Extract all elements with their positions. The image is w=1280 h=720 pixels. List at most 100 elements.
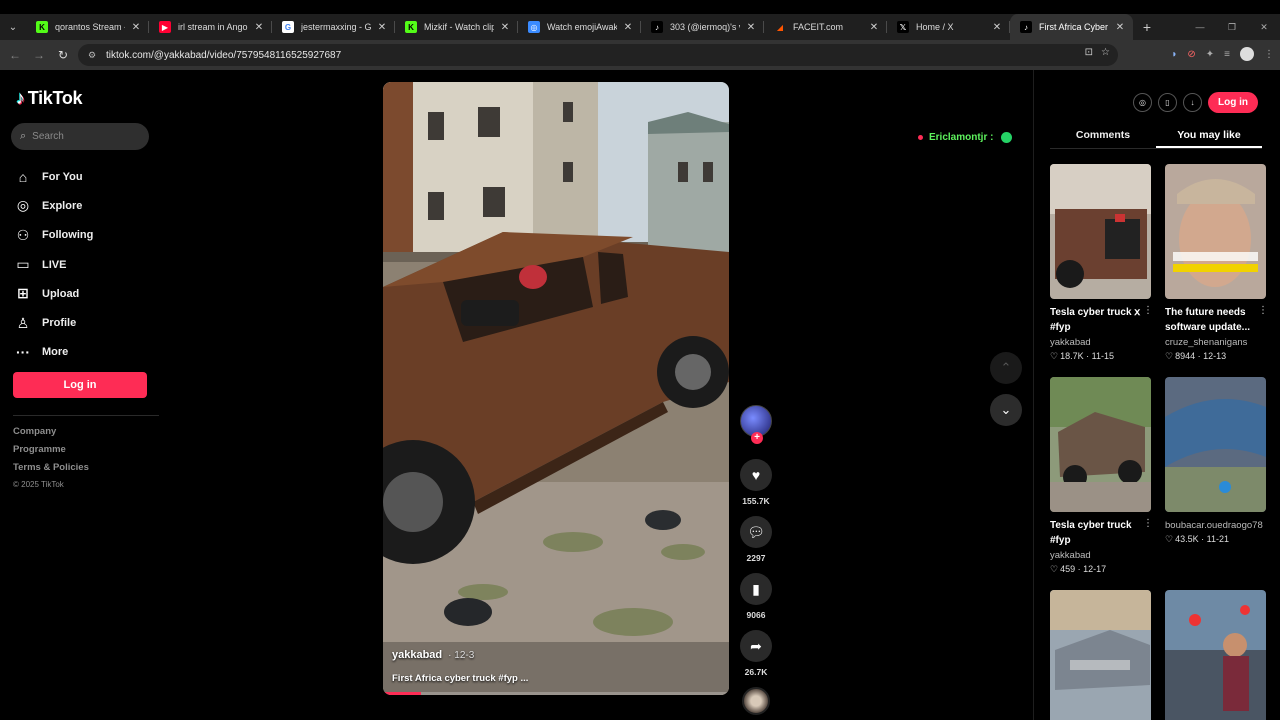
tab-close-icon[interactable]: ✕ (867, 22, 881, 33)
login-button[interactable]: Log in (13, 372, 147, 398)
restore-icon[interactable]: ❐ (1216, 14, 1248, 40)
sidebar-item-explore[interactable]: ◎ Explore (14, 191, 93, 220)
tab-close-icon[interactable]: ✕ (990, 22, 1004, 33)
address-bar[interactable]: ⚙ tiktok.com/@yakkabad/video/75795481165… (78, 44, 1118, 66)
window-close-icon[interactable]: ✕ (1248, 14, 1280, 40)
card-more-icon[interactable]: ⋮ (1258, 305, 1268, 316)
card-title[interactable]: The future needs software update... (1165, 305, 1257, 335)
card-author[interactable]: boubacar.ouedraogo78 (1165, 520, 1266, 531)
recommended-video-card[interactable] (1165, 590, 1266, 720)
reload-icon[interactable]: ↻ (51, 48, 75, 62)
footer-link-terms[interactable]: Terms & Policies (13, 462, 89, 480)
url-text[interactable]: tiktok.com/@yakkabad/video/7579548116525… (106, 50, 341, 61)
recommended-video-card[interactable] (1050, 590, 1151, 720)
minimize-icon[interactable]: — (1184, 14, 1216, 40)
save-action[interactable]: ▮ 9066 (737, 573, 775, 620)
browser-tab[interactable]: ♪ 303 (@iermoq)'s vide ✕ (641, 14, 764, 40)
tiktok-logo[interactable]: ♪ TikTok (16, 88, 83, 109)
browser-tab[interactable]: 𝕏 Home / X ✕ (887, 14, 1010, 40)
tab-close-icon[interactable]: ✕ (621, 22, 635, 33)
share-arrow-icon[interactable]: ➦ (740, 630, 772, 662)
follow-plus-icon[interactable]: + (751, 432, 763, 444)
browser-tab[interactable]: ◢ FACEIT.com ✕ (764, 14, 887, 40)
card-more-icon[interactable]: ⋮ (1143, 518, 1153, 529)
like-action[interactable]: ♥ 155.7K (737, 459, 775, 506)
video-thumbnail[interactable] (1050, 590, 1151, 720)
browser-tab[interactable]: ◎ Watch emojiAwake | ✕ (518, 14, 641, 40)
sidebar-item-live[interactable]: ▭ LIVE (14, 250, 93, 279)
tab-close-icon[interactable]: ✕ (252, 22, 266, 33)
next-video-chevron-down-icon[interactable]: ⌄ (990, 394, 1022, 426)
card-author[interactable]: yakkabad (1050, 337, 1151, 348)
footer-link-company[interactable]: Company (13, 426, 89, 444)
install-app-icon[interactable]: ⊡ (1085, 47, 1093, 58)
download-icon[interactable]: ↓ (1183, 93, 1202, 112)
card-author[interactable]: yakkabad (1050, 550, 1151, 561)
compass-icon[interactable]: ◎ (1133, 93, 1152, 112)
previous-video-chevron-up-icon[interactable]: ⌃ (990, 352, 1022, 384)
phone-icon[interactable]: ▯ (1158, 93, 1177, 112)
media-icon[interactable]: ≡ (1224, 49, 1230, 60)
sidebar-item-profile[interactable]: ♙ Profile (14, 308, 93, 337)
browser-tab[interactable]: ▶ irl stream in Angola a ✕ (149, 14, 272, 40)
extension-icon[interactable]: ⊘ (1187, 49, 1195, 60)
bookmark-icon[interactable]: ▮ (740, 573, 772, 605)
brand-name: TikTok (27, 88, 83, 108)
video-caption[interactable]: First Africa cyber truck #fyp ... (392, 673, 528, 684)
video-author[interactable]: yakkabad · 12-3 (392, 649, 474, 661)
card-title[interactable]: Tesla cyber truck #fyp (1050, 518, 1142, 548)
kebab-menu-icon[interactable]: ⋮ (1264, 49, 1274, 60)
sidebar-item-following[interactable]: ⚇ Following (14, 221, 94, 250)
recommended-video-card[interactable]: The future needs software update... ⋮ cruz… (1165, 164, 1268, 362)
comment-action[interactable]: 💬︎ 2297 (737, 516, 775, 563)
recommended-video-card[interactable]: Tesla cyber truck 𝗑 #fyp ⋮ yakkabad ♡ 18.7K … (1050, 164, 1153, 362)
video-author-name[interactable]: yakkabad (392, 649, 442, 661)
card-more-icon[interactable]: ⋮ (1143, 305, 1153, 316)
profile-avatar-icon[interactable] (1240, 47, 1254, 61)
card-title[interactable]: Tesla cyber truck 𝗑 #fyp (1050, 305, 1142, 335)
video-thumbnail[interactable] (1165, 377, 1266, 512)
tab-you-may-like[interactable]: You may like (1156, 123, 1262, 148)
footer-link-programme[interactable]: Programme (13, 444, 89, 462)
tab-close-icon[interactable]: ✕ (129, 22, 143, 33)
video-player[interactable]: yakkabad · 12-3 First Africa cyber truck … (383, 82, 729, 695)
share-action[interactable]: ➦ 26.7K (737, 630, 775, 677)
header-login-button[interactable]: Log in (1208, 92, 1258, 113)
tab-comments[interactable]: Comments (1050, 123, 1156, 148)
sidebar-item-more[interactable]: ··· More (14, 338, 93, 367)
recommended-video-card[interactable]: Tesla cyber truck #fyp ⋮ yakkabad ♡ 459 · 12… (1050, 377, 1153, 575)
video-thumbnail[interactable] (1165, 164, 1266, 299)
sidebar-item-for-you[interactable]: ⌂ For You (14, 162, 93, 191)
video-thumbnail[interactable] (1165, 590, 1266, 720)
video-thumbnail[interactable] (1050, 164, 1151, 299)
comment-bubble-icon[interactable]: 💬︎ (740, 516, 772, 548)
tab-close-icon[interactable]: ✕ (744, 22, 758, 33)
browser-tab[interactable]: ♪ First Africa Cyber Truc ✕ (1010, 14, 1133, 40)
tab-title: 303 (@iermoq)'s vide (670, 22, 740, 32)
sidebar-item-upload[interactable]: ⊞ Upload (14, 279, 93, 308)
video-thumbnail[interactable] (1050, 377, 1151, 512)
sidebar-item-label: More (42, 346, 69, 359)
back-arrow-icon[interactable]: ← (3, 48, 27, 62)
tab-close-icon[interactable]: ✕ (1113, 22, 1127, 33)
puzzle-icon[interactable]: ✦ (1206, 49, 1214, 60)
bookmark-star-icon[interactable]: ☆ (1101, 47, 1110, 58)
tab-search-chevron-icon[interactable]: ⌄ (0, 14, 26, 40)
creator-avatar[interactable]: + (740, 405, 772, 444)
browser-tab[interactable]: Gjestermaxxing - Goog ✕ (272, 14, 395, 40)
browser-tab[interactable]: K Mizkif - Watch clips o ✕ (395, 14, 518, 40)
tab-close-icon[interactable]: ✕ (375, 22, 389, 33)
card-author[interactable]: cruze_shenanigans (1165, 337, 1266, 348)
heart-icon[interactable]: ♥ (740, 459, 772, 491)
video-progress-bar[interactable] (383, 692, 729, 695)
site-info-icon[interactable]: ⚙ (88, 50, 102, 61)
tab-close-icon[interactable]: ✕ (498, 22, 512, 33)
new-tab-plus-icon[interactable]: + (1133, 19, 1161, 35)
search-input[interactable]: ⌕ Search (11, 123, 149, 150)
extension-icon[interactable]: ◗ (1171, 49, 1177, 60)
recommended-video-card[interactable]: boubacar.ouedraogo78 ♡ 43.5K · 11-21 (1165, 377, 1266, 545)
music-disc-icon[interactable] (742, 687, 770, 715)
forward-arrow-icon[interactable]: → (27, 48, 51, 62)
right-panel: ◎ ▯ ↓ Log in Comments You may like Tesla… (1033, 70, 1280, 720)
browser-tab[interactable]: Kqorantos Stream - W ✕ (26, 14, 149, 40)
